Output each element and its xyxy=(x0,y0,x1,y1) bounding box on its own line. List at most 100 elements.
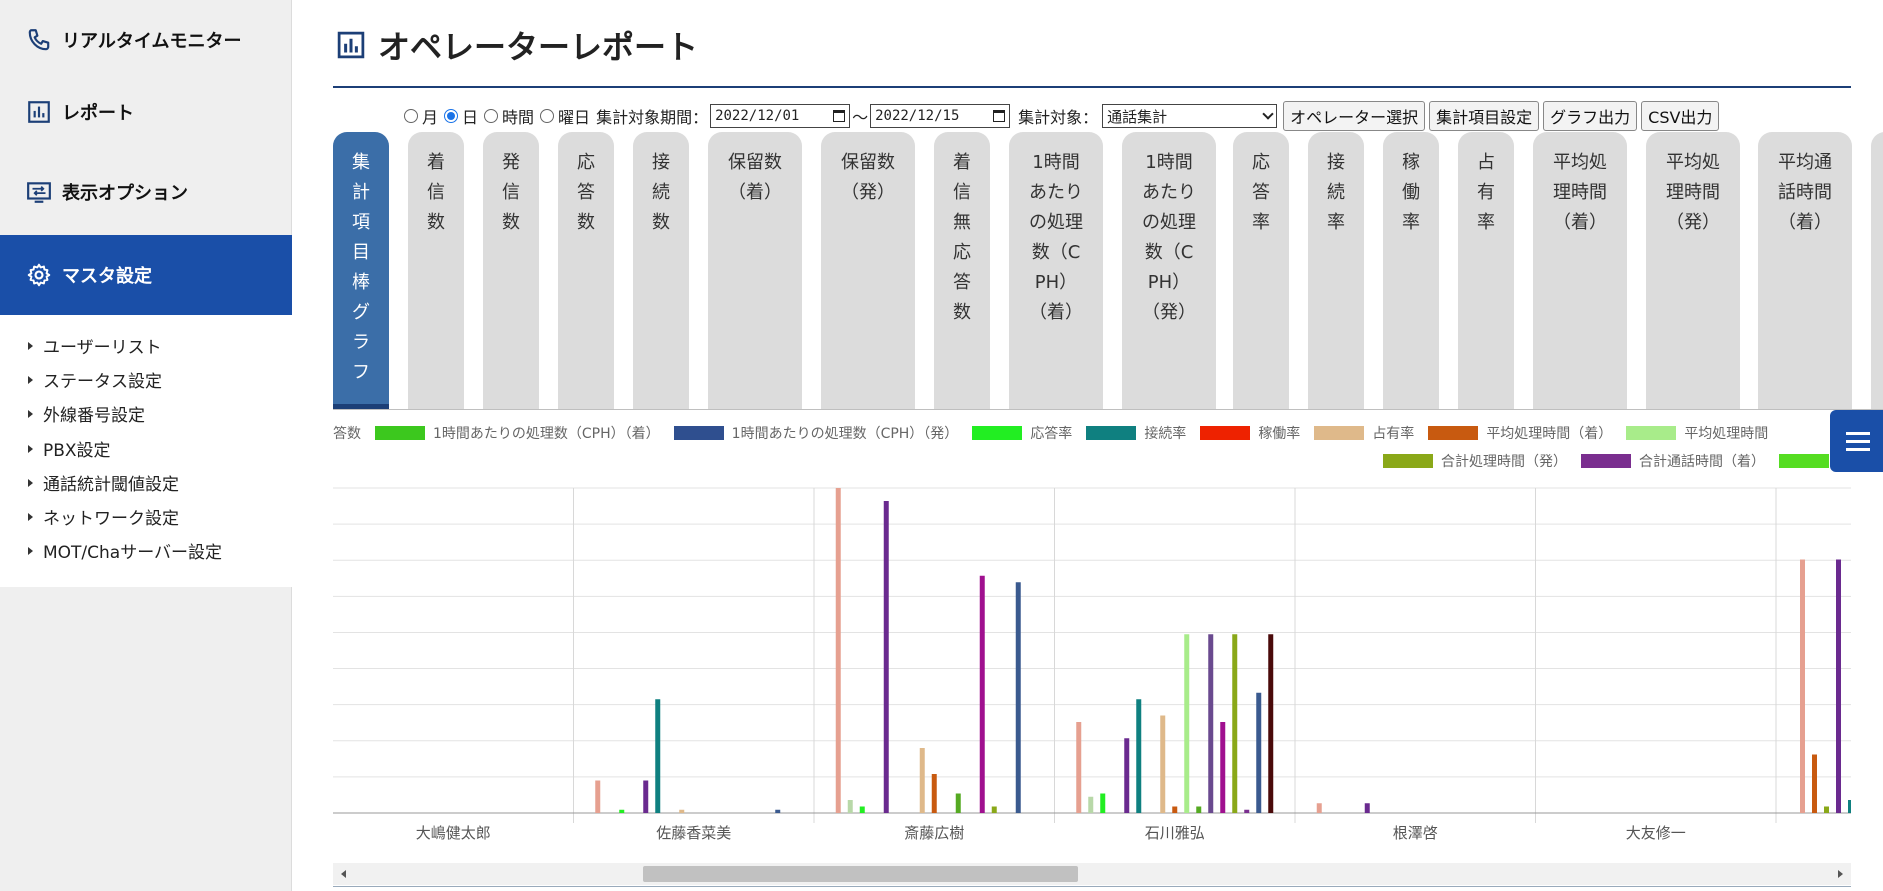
target-label: 集計対象： xyxy=(1018,108,1099,127)
tab-outgoing-count[interactable]: 発 信 数 xyxy=(483,132,539,410)
legend-item[interactable]: 1時間あたりの処理数（CPH）（着） xyxy=(375,423,660,443)
nav-label: レポート xyxy=(62,103,134,124)
legend-swatch xyxy=(1626,426,1677,440)
nav-master-settings[interactable]: マスタ設定 xyxy=(0,235,292,315)
radio-weekday[interactable] xyxy=(540,109,555,123)
operator-select-button[interactable]: オペレーター選択 xyxy=(1283,101,1426,131)
legend-item[interactable]: 接続率 xyxy=(1086,423,1186,443)
tab-utilization-rate[interactable]: 稼 働 率 xyxy=(1383,132,1439,410)
tab-connect-count[interactable]: 接 続 数 xyxy=(633,132,689,410)
calendar-icon[interactable] xyxy=(993,110,1006,122)
target-select[interactable]: 通話集計 xyxy=(1102,104,1278,128)
period-label: 集計対象期間： xyxy=(596,108,709,127)
x-tick-label: 斎藤広樹 xyxy=(904,824,964,842)
tab-incoming-count[interactable]: 着 信 数 xyxy=(408,132,464,410)
report-controls: 月 日 時間 曜日 集計対象期間： 2022/12/01 ～ 2022/12/1… xyxy=(404,101,1723,131)
sidebar: リアルタイムモニター レポート 表示オプション マスタ設定 ユーザーリスト ステ… xyxy=(0,0,292,891)
x-tick-label: 根澤啓 xyxy=(1393,824,1438,842)
legend-item[interactable] xyxy=(1779,454,1837,468)
chart-bar xyxy=(1316,803,1322,813)
chart-bar xyxy=(1076,722,1082,813)
tab-avg-talk-time-in[interactable]: 平均通 話時間 （着） xyxy=(1758,132,1852,410)
chart-bar xyxy=(847,800,853,813)
master-settings-submenu: ユーザーリスト ステータス設定 外線番号設定 PBX設定 通話統計閾値設定 ネッ… xyxy=(0,315,292,587)
legend-item[interactable]: 平均処理時間（着） xyxy=(1428,423,1612,443)
tab-avg-handle-time-out[interactable]: 平均処 理時間 （発） xyxy=(1646,132,1740,410)
tab-occupancy-rate[interactable]: 占 有 率 xyxy=(1458,132,1514,410)
submenu-mot-cha-server[interactable]: MOT/Chaサーバー設定 xyxy=(28,538,222,563)
legend-item[interactable]: 平均処理時間 xyxy=(1626,423,1768,443)
x-tick-label: 佐藤香菜美 xyxy=(656,824,731,842)
date-to-input[interactable]: 2022/12/15 xyxy=(870,104,1011,128)
scroll-right-icon[interactable] xyxy=(1838,870,1843,878)
chart-bar xyxy=(931,774,937,813)
x-tick-label: 石川雅弘 xyxy=(1145,824,1205,842)
legend-item[interactable]: 答数 xyxy=(333,423,361,443)
tab-answer-count[interactable]: 応 答 数 xyxy=(558,132,614,410)
horizontal-scrollbar[interactable] xyxy=(333,863,1851,885)
chart-bar xyxy=(1124,738,1130,813)
tab-cph-in[interactable]: 1時間 あたり の処理 数（C PH） （着） xyxy=(1009,132,1103,410)
x-tick-label: 大友修一 xyxy=(1626,824,1686,842)
phone-icon xyxy=(28,29,50,51)
tab-more[interactable] xyxy=(1871,132,1883,410)
item-settings-button[interactable]: 集計項目設定 xyxy=(1429,101,1540,131)
radio-hour[interactable] xyxy=(484,109,499,123)
legend-label: 占有率 xyxy=(1372,426,1415,442)
nav-label: マスタ設定 xyxy=(62,266,152,287)
nav-display-options[interactable]: 表示オプション xyxy=(0,152,292,232)
scrollbar-thumb[interactable] xyxy=(643,866,1078,882)
chart-bar xyxy=(1232,634,1238,813)
nav-realtime-monitor[interactable]: リアルタイムモニター xyxy=(0,0,292,80)
tab-no-answer-count[interactable]: 着 信 無 応 答 数 xyxy=(934,132,990,410)
chart-bar xyxy=(1364,803,1370,813)
graph-export-button[interactable]: グラフ出力 xyxy=(1543,101,1638,131)
chart-bar xyxy=(955,793,961,813)
chart-bar xyxy=(991,806,997,813)
submenu-network-settings[interactable]: ネットワーク設定 xyxy=(28,504,179,529)
date-from-input[interactable]: 2022/12/01 xyxy=(710,104,851,128)
submenu-call-stats-threshold[interactable]: 通話統計閾値設定 xyxy=(28,470,179,495)
page-title: オペレーターレポート xyxy=(336,22,698,68)
legend-label: 接続率 xyxy=(1144,426,1187,442)
legend-item[interactable]: 合計処理時間（発） xyxy=(1383,451,1567,471)
calendar-icon[interactable] xyxy=(833,110,846,122)
chart-bar xyxy=(1268,634,1274,813)
legend-item[interactable]: 合計通話時間（着） xyxy=(1581,451,1765,471)
radio-day[interactable] xyxy=(444,109,459,123)
legend-item[interactable]: 応答率 xyxy=(972,423,1072,443)
tab-hold-count-in[interactable]: 保留数 （着） xyxy=(708,132,802,410)
scroll-left-icon[interactable] xyxy=(341,870,346,878)
hamburger-menu-button[interactable] xyxy=(1830,410,1883,472)
legend-item[interactable]: 占有率 xyxy=(1314,423,1414,443)
nav-report[interactable]: レポート xyxy=(0,72,292,152)
legend-item[interactable]: 稼働率 xyxy=(1200,423,1300,443)
tab-avg-handle-time-in[interactable]: 平均処 理時間 （着） xyxy=(1533,132,1627,410)
csv-export-button[interactable]: CSV出力 xyxy=(1641,101,1720,131)
caret-right-icon xyxy=(28,546,33,555)
submenu-status-settings[interactable]: ステータス設定 xyxy=(28,367,162,392)
chart-bar xyxy=(1208,634,1214,813)
chart-bar xyxy=(595,780,601,813)
legend-swatch xyxy=(375,426,425,440)
legend-swatch xyxy=(1428,426,1479,440)
chart-bar xyxy=(1196,806,1202,813)
tabs-divider xyxy=(333,409,1883,410)
tab-cph-out[interactable]: 1時間 あたり の処理 数（C PH） （発） xyxy=(1122,132,1216,410)
legend-label: 合計処理時間（発） xyxy=(1441,454,1567,470)
tab-answer-rate[interactable]: 応 答 率 xyxy=(1233,132,1289,410)
tab-hold-count-out[interactable]: 保留数 （発） xyxy=(821,132,915,410)
submenu-pbx-settings[interactable]: PBX設定 xyxy=(28,436,111,461)
chart-bar xyxy=(859,806,865,813)
tab-connect-rate[interactable]: 接 続 率 xyxy=(1308,132,1364,410)
chart-bar xyxy=(679,809,685,813)
submenu-user-list[interactable]: ユーザーリスト xyxy=(28,333,162,358)
range-separator: ～ xyxy=(852,108,869,127)
caret-right-icon xyxy=(28,409,33,418)
tab-aggregate-bar-graph[interactable]: 集 計 項 目 棒 グ ラ フ xyxy=(333,132,389,410)
radio-month[interactable] xyxy=(404,109,418,123)
submenu-outside-line-settings[interactable]: 外線番号設定 xyxy=(28,401,145,426)
legend-item[interactable]: 1時間あたりの処理数（CPH）（発） xyxy=(673,423,958,443)
caret-right-icon xyxy=(28,444,33,453)
menu-line xyxy=(1846,439,1870,443)
